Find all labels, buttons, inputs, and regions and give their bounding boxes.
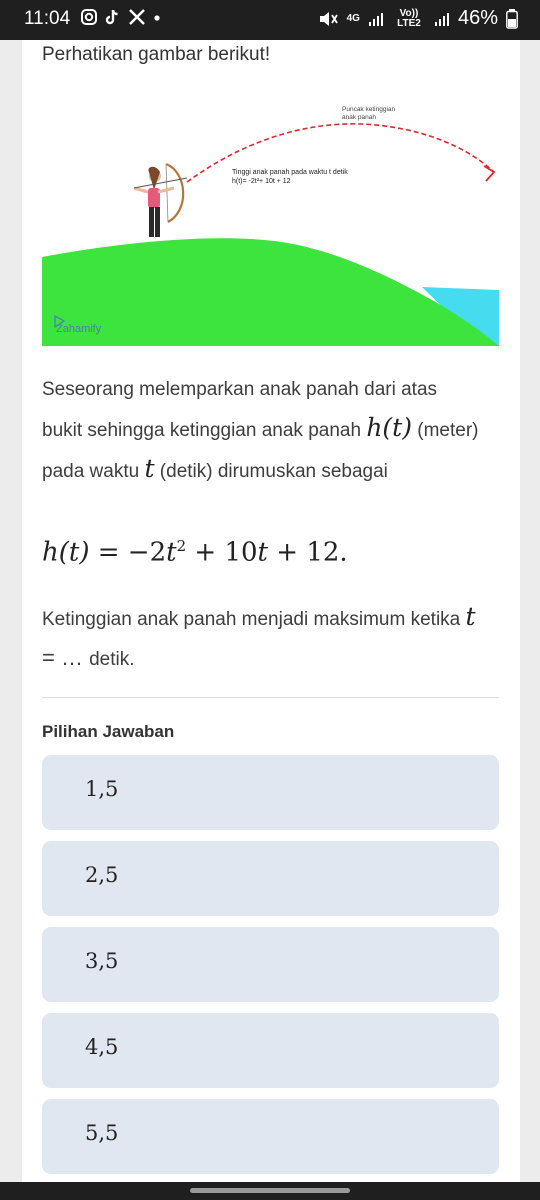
divider: [42, 697, 499, 698]
watermark: Zahamify: [56, 323, 102, 335]
battery-icon: [506, 8, 518, 29]
peak-label-line2: anak panah: [342, 114, 376, 121]
navigation-bar: [0, 1182, 540, 1200]
height-formula: h(t) = −2t2 + 10t + 12.: [42, 537, 348, 568]
question-card: Perhatikan gambar berikut! Puncak keting…: [22, 40, 520, 1182]
mute-icon: [319, 11, 338, 26]
battery-percent: 46%: [457, 7, 498, 29]
trajectory-arrowhead: [483, 165, 496, 182]
answer-option-2[interactable]: 2,5: [42, 841, 499, 916]
answer-option-5[interactable]: 5,5: [42, 1099, 499, 1174]
answer-option-4[interactable]: 4,5: [42, 1013, 499, 1088]
x-icon: [129, 9, 145, 25]
network-volte-label: Vo)) LTE2: [397, 7, 421, 29]
question-heading: Perhatikan gambar berikut!: [42, 44, 271, 65]
answer-section-title: Pilihan Jawaban: [42, 722, 175, 741]
height-label-line2: h(t)= -2t²+ 10t + 12: [232, 178, 291, 185]
arrow-trajectory-illustration: Puncak ketinggian anak panah Tinggi anak…: [42, 106, 499, 346]
signal-icon-2: [434, 12, 449, 26]
peak-label-line1: Puncak ketinggian: [342, 106, 396, 113]
network-4g-label: 4G: [346, 12, 360, 24]
question-text: Seseorang melemparkan anak panah dari at…: [42, 379, 479, 483]
notification-dot-icon: [154, 15, 160, 21]
archer: [133, 162, 188, 237]
answer-option-3[interactable]: 3,5: [42, 927, 499, 1002]
instagram-icon: [81, 9, 97, 25]
height-label-line1: Tinggi anak panah pada waktu t detik: [232, 169, 348, 176]
home-gesture-handle[interactable]: [190, 1188, 350, 1193]
answer-option-1[interactable]: 1,5: [42, 755, 499, 830]
status-bar: 11:04 4G Vo)) LTE2 46%: [0, 0, 540, 40]
status-time: 11:04: [24, 8, 71, 29]
question-prompt: Ketinggian anak panah menjadi maksimum k…: [42, 602, 476, 670]
tiktok-icon: [105, 9, 118, 25]
signal-icon: [368, 12, 383, 26]
